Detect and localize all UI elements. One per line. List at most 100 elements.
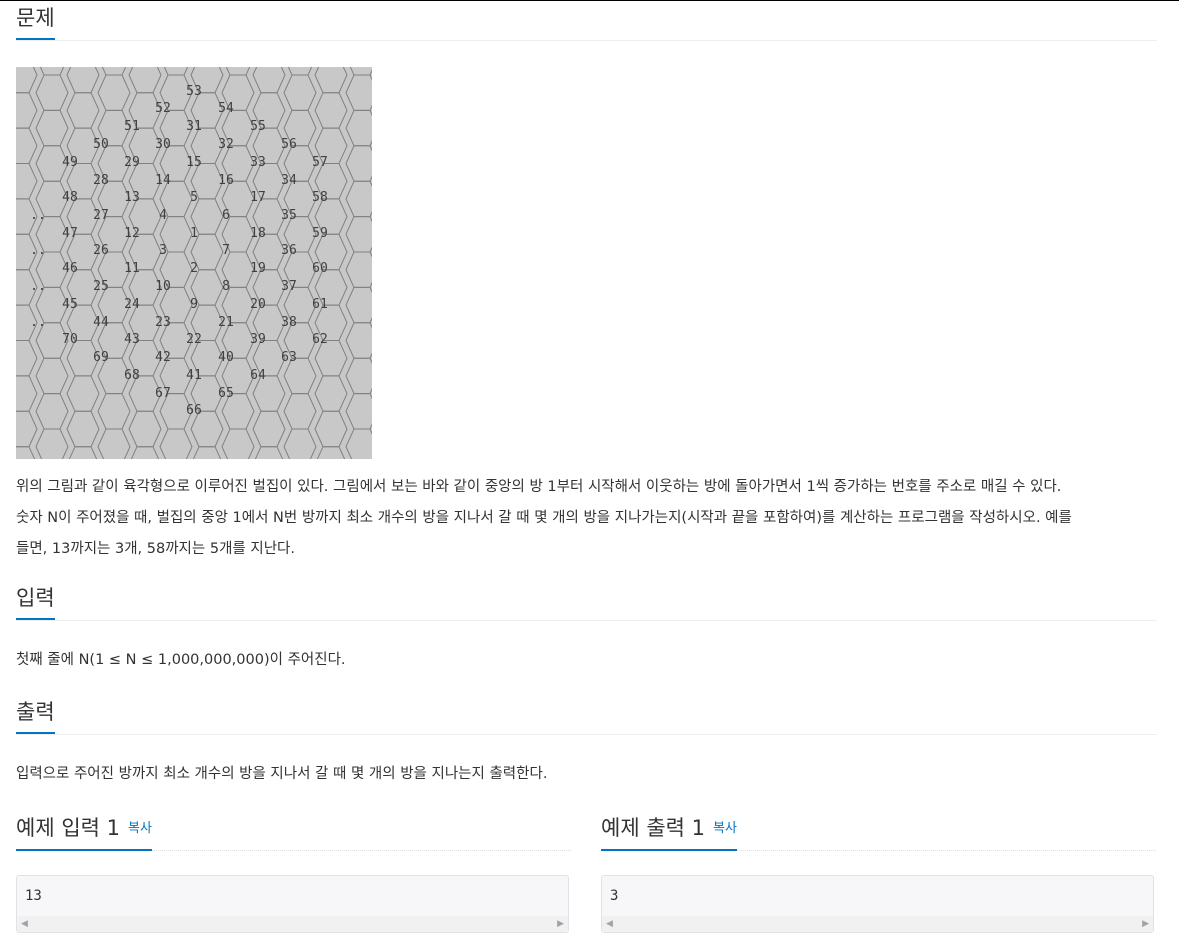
hex-cell [35, 428, 69, 459]
hex-cell-label: 38 [281, 315, 297, 330]
hex-cell-label: 4 [159, 208, 167, 223]
output-section-header: 출력 [16, 695, 1157, 735]
sample-input-title-text: 예제 입력 1 [16, 816, 120, 840]
hex-cell-label: 58 [312, 190, 328, 205]
hex-cell [128, 410, 162, 448]
hex-cell [192, 446, 222, 459]
hex-cell [345, 145, 372, 182]
hex-cell-label: 36 [281, 243, 297, 258]
hex-cell-label: 64 [250, 368, 266, 383]
hex-cell-label: 44 [93, 315, 109, 330]
hex-cell-label: 17 [250, 190, 266, 205]
hex-cell-label: 69 [93, 350, 109, 365]
hex-cell-label: 26 [93, 243, 109, 258]
hex-cell-label: 39 [250, 332, 266, 347]
hex-cell-label: 21 [218, 315, 234, 330]
hex-cell [314, 67, 348, 94]
hex-cell [66, 375, 100, 412]
sample-output-title: 예제 출력 1 복사 [601, 813, 737, 851]
copy-sample-output-button[interactable]: 복사 [713, 821, 737, 836]
sample-output-box[interactable]: 3 ◀ ▶ [601, 875, 1154, 933]
hex-cell-label: 7 [222, 243, 230, 258]
hex-cell [252, 67, 286, 94]
hex-cell [345, 251, 372, 288]
hex-cell-label: 42 [155, 350, 171, 365]
sample-input-title: 예제 입력 1 복사 [16, 813, 152, 851]
hex-cell [314, 92, 348, 129]
hex-cell-label: 37 [281, 279, 297, 294]
hex-cell-label: 45 [62, 297, 78, 312]
input-section-header: 입력 [16, 581, 1157, 621]
hex-cell-label: 46 [62, 261, 78, 276]
hex-cell-label: 56 [281, 137, 297, 152]
hex-cell [349, 67, 372, 76]
hex-cell [35, 109, 69, 147]
problem-container: 문제 53 54 52 51 31 55 50 30 32 56 49 29 15 33 57 28 14 16 3… [16, 1, 1157, 933]
hex-cell [316, 446, 346, 459]
hex-cell-label: 19 [250, 261, 266, 276]
hex-cell-label: 65 [218, 386, 234, 401]
hex-cell [128, 67, 162, 94]
hex-cell-label: 53 [186, 84, 202, 99]
sample-output-value: 3 [610, 888, 619, 904]
hex-cell-label: 66 [186, 403, 202, 418]
scroll-right-icon[interactable]: ▶ [1142, 919, 1149, 929]
hex-cell-label: 31 [186, 119, 202, 134]
sample-input-section: 예제 입력 1 복사 13 ◀ ▶ [16, 811, 571, 933]
hex-cell-label: 54 [218, 101, 234, 116]
hex-cell [39, 67, 65, 76]
hex-cell [16, 340, 38, 377]
hex-cell-label: 68 [124, 368, 140, 383]
hex-cell [287, 67, 313, 76]
hex-cell-label: 61 [312, 297, 328, 312]
hex-cell-label: 13 [124, 190, 140, 205]
hex-cell-label: 20 [250, 297, 266, 312]
scroll-right-icon[interactable]: ▶ [557, 919, 564, 929]
hex-cell [345, 74, 372, 111]
hex-cell [16, 67, 38, 94]
hex-cell-label: 28 [93, 173, 109, 188]
copy-sample-input-button[interactable]: 복사 [128, 821, 152, 836]
hex-cell-label: 60 [312, 261, 328, 276]
hex-cell [16, 163, 38, 200]
problem-paragraph: 위의 그림과 같이 육각형으로 이루어진 벌집이 있다. 그림에서 보는 바와 … [16, 479, 1062, 495]
input-description: 첫째 줄에 N(1 ≤ N ≤ 1,000,000,000)이 주어진다. [16, 652, 346, 668]
hex-cell-label: 41 [186, 368, 202, 383]
hex-cell-label: 14 [155, 173, 171, 188]
scroll-left-icon[interactable]: ◀ [606, 919, 613, 929]
hex-cell [283, 393, 317, 430]
hex-cell [345, 216, 372, 253]
horizontal-scrollbar[interactable]: ◀ ▶ [602, 916, 1153, 932]
sample-input-box[interactable]: 13 ◀ ▶ [16, 875, 569, 933]
hex-cell-label: 43 [124, 332, 140, 347]
output-description: 입력으로 주어진 방까지 최소 개수의 방을 지나서 갈 때 몇 개의 방을 지… [16, 766, 548, 782]
hex-cell [97, 393, 131, 430]
hex-cell [68, 446, 98, 459]
scroll-left-icon[interactable]: ◀ [21, 919, 28, 929]
hex-cell-label: 24 [124, 297, 140, 312]
hex-cell-label: 10 [155, 279, 171, 294]
hex-cell-label: 51 [124, 119, 140, 134]
hex-cell [35, 357, 69, 395]
hex-cell-label: 52 [155, 101, 171, 116]
hex-cell-label: 1 [190, 226, 198, 241]
hex-cell [66, 410, 100, 448]
problem-paragraph: 들면, 13까지는 3개, 58까지는 5개를 지난다. [16, 541, 295, 557]
hex-cell [130, 446, 160, 459]
hex-cell [35, 74, 69, 111]
hex-cell [314, 410, 348, 448]
hex-cell-label: 34 [281, 173, 297, 188]
hex-cell [16, 446, 36, 459]
hex-cell-label: 15 [186, 155, 202, 170]
sample-input-value: 13 [25, 888, 42, 904]
sample-output-title-text: 예제 출력 1 [601, 816, 705, 840]
hex-cell-label: 47 [62, 226, 78, 241]
horizontal-scrollbar[interactable]: ◀ ▶ [17, 916, 568, 932]
problem-description: 위의 그림과 같이 육각형으로 이루어진 벌집이 있다. 그림에서 보는 바와 … [16, 472, 1157, 565]
hex-cell-label: 49 [62, 155, 78, 170]
hex-cell-label: 16 [218, 173, 234, 188]
hex-cell-label: 12 [124, 226, 140, 241]
hex-cell-label: 50 [93, 137, 109, 152]
hex-cell [97, 74, 131, 111]
hex-cell-label: 2 [190, 261, 198, 276]
